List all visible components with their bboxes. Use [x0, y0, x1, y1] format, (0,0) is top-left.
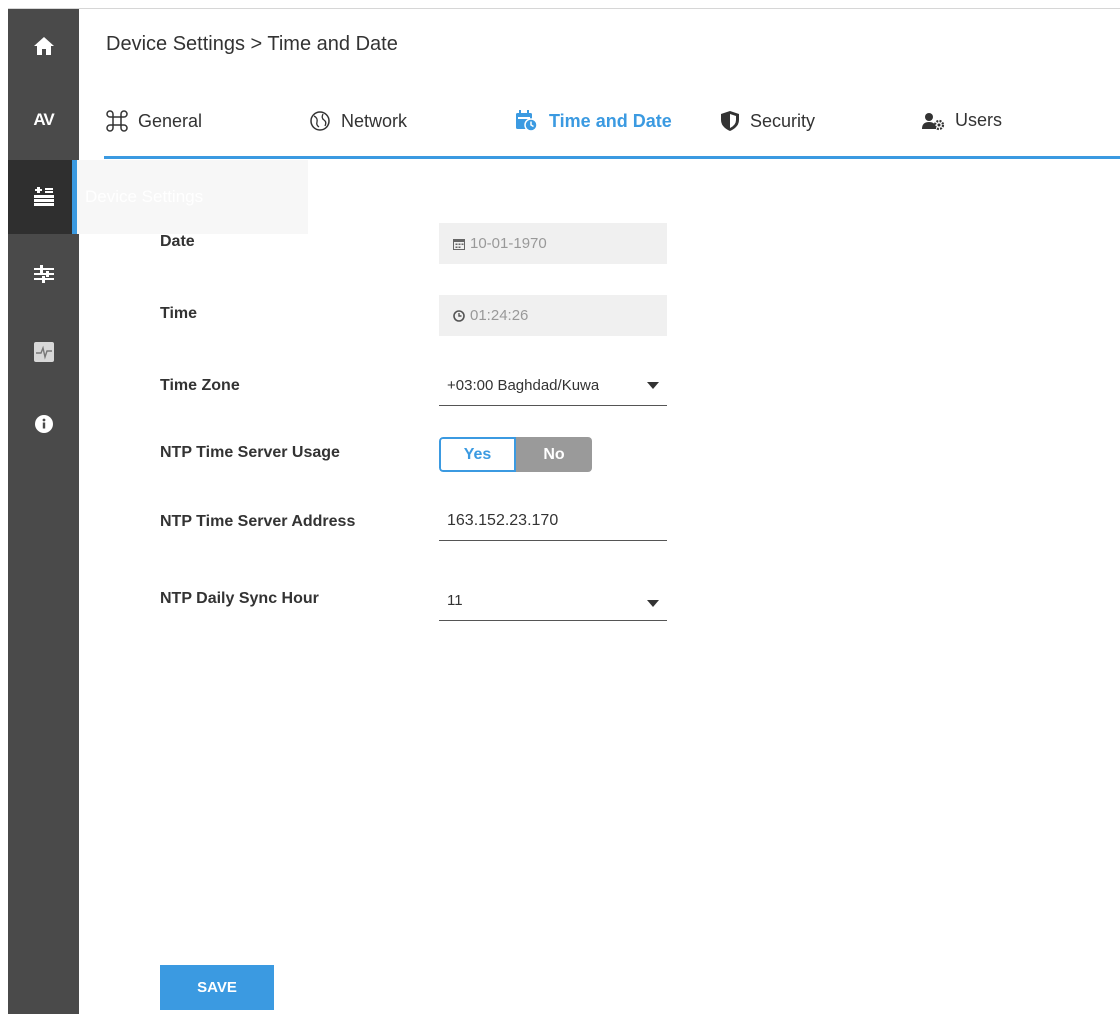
ntp-usage-yes-button[interactable]: Yes [439, 437, 516, 472]
device-settings-icon [33, 187, 54, 206]
ntp-address-label: NTP Time Server Address [160, 513, 356, 530]
tab-network[interactable]: Network [309, 110, 407, 132]
shield-icon [721, 111, 739, 131]
ntp-sync-hour-value: 11 [447, 592, 463, 609]
time-value: 01:24:26 [470, 307, 529, 324]
tab-users[interactable]: Users [921, 110, 1002, 131]
sidebar-item-home[interactable] [8, 9, 79, 83]
tab-users-label: Users [955, 110, 1003, 130]
sidebar-item-device-settings[interactable] [8, 160, 79, 234]
sidebar-flyout[interactable]: Device Settings [72, 160, 308, 234]
date-label: Date [160, 233, 195, 250]
ntp-usage-label: NTP Time Server Usage [160, 444, 340, 461]
home-icon [33, 37, 54, 55]
tab-time-and-date[interactable]: Time and Date [515, 110, 672, 132]
ntp-usage-toggle: Yes No [439, 437, 592, 472]
sliders-icon [33, 265, 54, 283]
pulse-icon [33, 342, 54, 362]
tab-general[interactable]: General [106, 110, 202, 132]
sidebar-item-info[interactable] [8, 387, 79, 461]
tab-security-label: Security [750, 110, 816, 131]
calendar-clock-icon [516, 110, 538, 132]
time-zone-value: +03:00 Baghdad/Kuwa [447, 377, 600, 394]
sidebar: AV [8, 9, 79, 1014]
flyout-label: Device Settings [85, 187, 204, 206]
time-field: 01:24:26 [439, 295, 667, 336]
users-gear-icon [922, 112, 945, 130]
calendar-icon [453, 238, 465, 250]
tab-underline [104, 156, 1120, 159]
date-field: 10-01-1970 [439, 223, 667, 264]
clock-icon [453, 309, 465, 322]
tab-security[interactable]: Security [720, 110, 815, 132]
av-label: AV [33, 110, 54, 129]
ntp-sync-hour-select[interactable]: 11 [439, 581, 667, 621]
sidebar-item-diagnostics[interactable] [8, 315, 79, 389]
breadcrumb: Device Settings > Time and Date [106, 33, 398, 55]
chevron-down-icon [647, 382, 659, 389]
sidebar-item-controls[interactable] [8, 237, 79, 311]
info-icon [34, 415, 53, 433]
command-icon [106, 110, 128, 132]
time-zone-label: Time Zone [160, 377, 240, 394]
tab-general-label: General [138, 110, 203, 131]
time-label: Time [160, 305, 198, 322]
tab-time-and-date-label: Time and Date [549, 110, 672, 131]
ntp-address-input[interactable] [439, 501, 667, 541]
save-button[interactable]: SAVE [160, 965, 274, 1010]
chevron-down-icon [647, 600, 659, 607]
ntp-sync-hour-label: NTP Daily Sync Hour [160, 590, 319, 607]
globe-icon [310, 111, 330, 131]
tab-network-label: Network [341, 110, 408, 131]
ntp-usage-no-button[interactable]: No [516, 437, 592, 472]
date-value: 10-01-1970 [470, 235, 547, 252]
sidebar-item-av[interactable]: AV [8, 83, 79, 157]
time-zone-select[interactable]: +03:00 Baghdad/Kuwa [439, 366, 667, 406]
